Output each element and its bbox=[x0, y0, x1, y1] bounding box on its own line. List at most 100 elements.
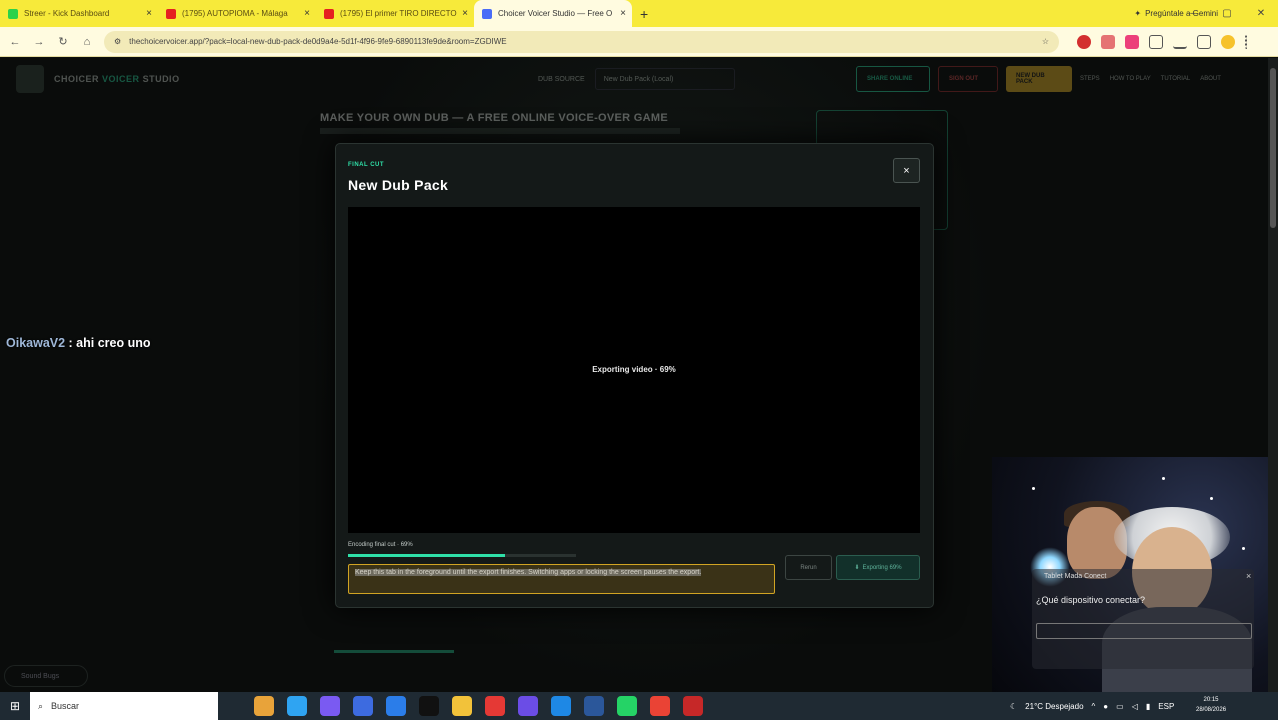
browser-tab-1[interactable]: (1795) AUTOPIOMA - Málaga × bbox=[158, 0, 316, 27]
page-heading: MAKE YOUR OWN DUB — A FREE ONLINE VOICE-… bbox=[320, 112, 668, 124]
device-select[interactable] bbox=[1036, 623, 1252, 639]
close-icon[interactable]: × bbox=[304, 8, 310, 19]
header-actions: SHARE ONLINE SIGN OUT NEW DUB PACK STEPS… bbox=[856, 66, 1221, 92]
taskbar-app-icon[interactable] bbox=[518, 696, 538, 716]
taskbar-clock[interactable]: 20:15 28/08/2026 bbox=[1196, 695, 1226, 715]
modal-close-button[interactable]: × bbox=[893, 158, 920, 183]
site-info-icon[interactable]: ⚙ bbox=[114, 37, 121, 46]
video-preview: Exporting video · 69% bbox=[348, 207, 920, 533]
close-icon[interactable]: × bbox=[462, 8, 468, 19]
close-icon[interactable]: × bbox=[620, 8, 626, 19]
new-dub-pack-button[interactable]: NEW DUB PACK bbox=[1006, 66, 1072, 92]
url-field[interactable]: ⚙ thechoicervoicer.app/?pack=local-new-d… bbox=[104, 30, 1059, 53]
device-dialog-title: Tablet Mada Conect bbox=[1044, 573, 1107, 580]
device-dialog bbox=[1032, 569, 1254, 669]
download-icon[interactable] bbox=[1173, 35, 1187, 49]
taskbar-app-icon[interactable] bbox=[353, 696, 373, 716]
tab-label: (1795) El primer TIRO DIRECTO bbox=[340, 9, 457, 18]
encoding-progress-bar bbox=[348, 554, 576, 557]
extension-icon[interactable] bbox=[1125, 34, 1139, 49]
taskbar-app-icon[interactable] bbox=[551, 696, 571, 716]
battery-icon[interactable]: ▮ bbox=[1146, 702, 1150, 711]
weather-text[interactable]: 21°C Despejado bbox=[1025, 702, 1083, 711]
final-cut-modal: FINAL CUT New Dub Pack × Exporting video… bbox=[335, 143, 934, 608]
tab-label: Streer - Kick Dashboard bbox=[24, 9, 110, 18]
new-tab-button[interactable]: + bbox=[632, 6, 656, 22]
timeline-bar bbox=[334, 650, 454, 653]
star-sparkle bbox=[1162, 477, 1165, 480]
browser-tab-2[interactable]: (1795) El primer TIRO DIRECTO × bbox=[316, 0, 474, 27]
windows-start-icon[interactable]: ⊞ bbox=[0, 692, 30, 720]
taskbar-app-icon[interactable] bbox=[287, 696, 307, 716]
scrollbar-thumb[interactable] bbox=[1270, 68, 1276, 228]
network-icon[interactable]: ▭ bbox=[1116, 702, 1124, 711]
bookmark-star-icon[interactable]: ☆ bbox=[1042, 37, 1049, 46]
star-sparkle bbox=[1210, 497, 1213, 500]
menu-dots-icon[interactable] bbox=[1245, 34, 1249, 49]
volume-icon[interactable]: ◁ bbox=[1132, 702, 1138, 711]
nav-link[interactable]: HOW TO PLAY bbox=[1110, 76, 1151, 82]
share-online-button[interactable]: SHARE ONLINE bbox=[856, 66, 930, 92]
clock-date: 28/08/2026 bbox=[1196, 707, 1227, 713]
taskbar-app-icon[interactable] bbox=[452, 696, 472, 716]
forward-icon[interactable]: → bbox=[32, 36, 46, 48]
mic-icon[interactable]: ● bbox=[1103, 702, 1108, 711]
search-placeholder: Buscar bbox=[51, 701, 80, 711]
header-links: STEPS HOW TO PLAY TUTORIAL ABOUT bbox=[1080, 76, 1221, 82]
media-icon[interactable] bbox=[1197, 34, 1211, 49]
app-logo[interactable] bbox=[16, 65, 44, 93]
tray-chevron-icon[interactable]: ^ bbox=[1092, 702, 1096, 711]
chat-username: OikawaV2 bbox=[6, 336, 66, 350]
browser-tab-3[interactable]: Choicer Voicer Studio — Free O × bbox=[474, 0, 632, 27]
device-dialog-close[interactable]: × bbox=[1246, 571, 1251, 581]
system-tray: ☾ 21°C Despejado ^ ● ▭ ◁ ▮ ESP bbox=[1010, 692, 1174, 720]
youtube-icon bbox=[166, 8, 176, 19]
home-icon[interactable]: ⌂ bbox=[80, 36, 94, 48]
extensions-puzzle-icon[interactable] bbox=[1149, 34, 1163, 49]
rerun-button[interactable]: Rerun bbox=[785, 555, 832, 580]
back-icon[interactable]: ← bbox=[8, 36, 22, 48]
taskbar-app-icon[interactable] bbox=[419, 696, 439, 716]
modal-title: New Dub Pack bbox=[348, 177, 449, 193]
nav-link[interactable]: TUTORIAL bbox=[1161, 76, 1191, 82]
maximize-icon[interactable]: ▢ bbox=[1210, 8, 1244, 19]
window-controls: – ▢ ✕ bbox=[1176, 0, 1278, 27]
taskbar-app-icon[interactable] bbox=[584, 696, 604, 716]
profile-avatar[interactable] bbox=[1221, 34, 1235, 49]
warning-text: Keep this tab in the foreground until th… bbox=[355, 569, 702, 576]
sign-out-button[interactable]: SIGN OUT bbox=[938, 66, 998, 92]
download-icon: ⬇ bbox=[854, 565, 860, 571]
taskbar-app-icon[interactable] bbox=[320, 696, 340, 716]
taskbar-app-icon[interactable] bbox=[683, 696, 703, 716]
foreground-warning: Keep this tab in the foreground until th… bbox=[348, 564, 775, 594]
kick-icon bbox=[8, 8, 18, 19]
taskbar-search[interactable]: ⌕ Buscar bbox=[30, 692, 218, 720]
page-scrollbar[interactable] bbox=[1268, 58, 1278, 692]
address-bar: ← → ↻ ⌂ ⚙ thechoicervoicer.app/?pack=loc… bbox=[0, 27, 1278, 57]
pack-select[interactable]: New Dub Pack (Local) bbox=[594, 68, 735, 90]
extension-icon[interactable] bbox=[1101, 34, 1115, 49]
extension-icons bbox=[1077, 34, 1249, 49]
nav-link[interactable]: STEPS bbox=[1080, 76, 1100, 82]
close-icon[interactable]: × bbox=[146, 8, 152, 19]
taskbar-app-icon[interactable] bbox=[617, 696, 637, 716]
dub-source-label: DUB SOURCE bbox=[538, 75, 585, 83]
taskbar-app-icon[interactable] bbox=[485, 696, 505, 716]
tab-label: (1795) AUTOPIOMA - Málaga bbox=[182, 9, 288, 18]
minimize-icon[interactable]: – bbox=[1176, 8, 1210, 19]
nav-link[interactable]: ABOUT bbox=[1200, 76, 1221, 82]
reload-icon[interactable]: ↻ bbox=[56, 35, 70, 48]
sound-bugs-button[interactable]: Sound Bugs bbox=[4, 665, 88, 687]
browser-tab-0[interactable]: Streer - Kick Dashboard × bbox=[0, 0, 158, 27]
taskbar-app-icon[interactable] bbox=[650, 696, 670, 716]
youtube-icon bbox=[324, 8, 334, 19]
export-button[interactable]: ⬇ Exporting 69% bbox=[836, 555, 920, 580]
taskbar-app-icon[interactable] bbox=[386, 696, 406, 716]
extension-icon[interactable] bbox=[1077, 34, 1091, 49]
export-status: Exporting video · 69% bbox=[592, 365, 676, 374]
language-indicator[interactable]: ESP bbox=[1158, 702, 1174, 711]
close-window-icon[interactable]: ✕ bbox=[1244, 8, 1278, 19]
star-sparkle bbox=[1032, 487, 1035, 490]
taskbar-app-icon[interactable] bbox=[254, 696, 274, 716]
pack-selector-group: DUB SOURCE New Dub Pack (Local) bbox=[538, 68, 735, 90]
